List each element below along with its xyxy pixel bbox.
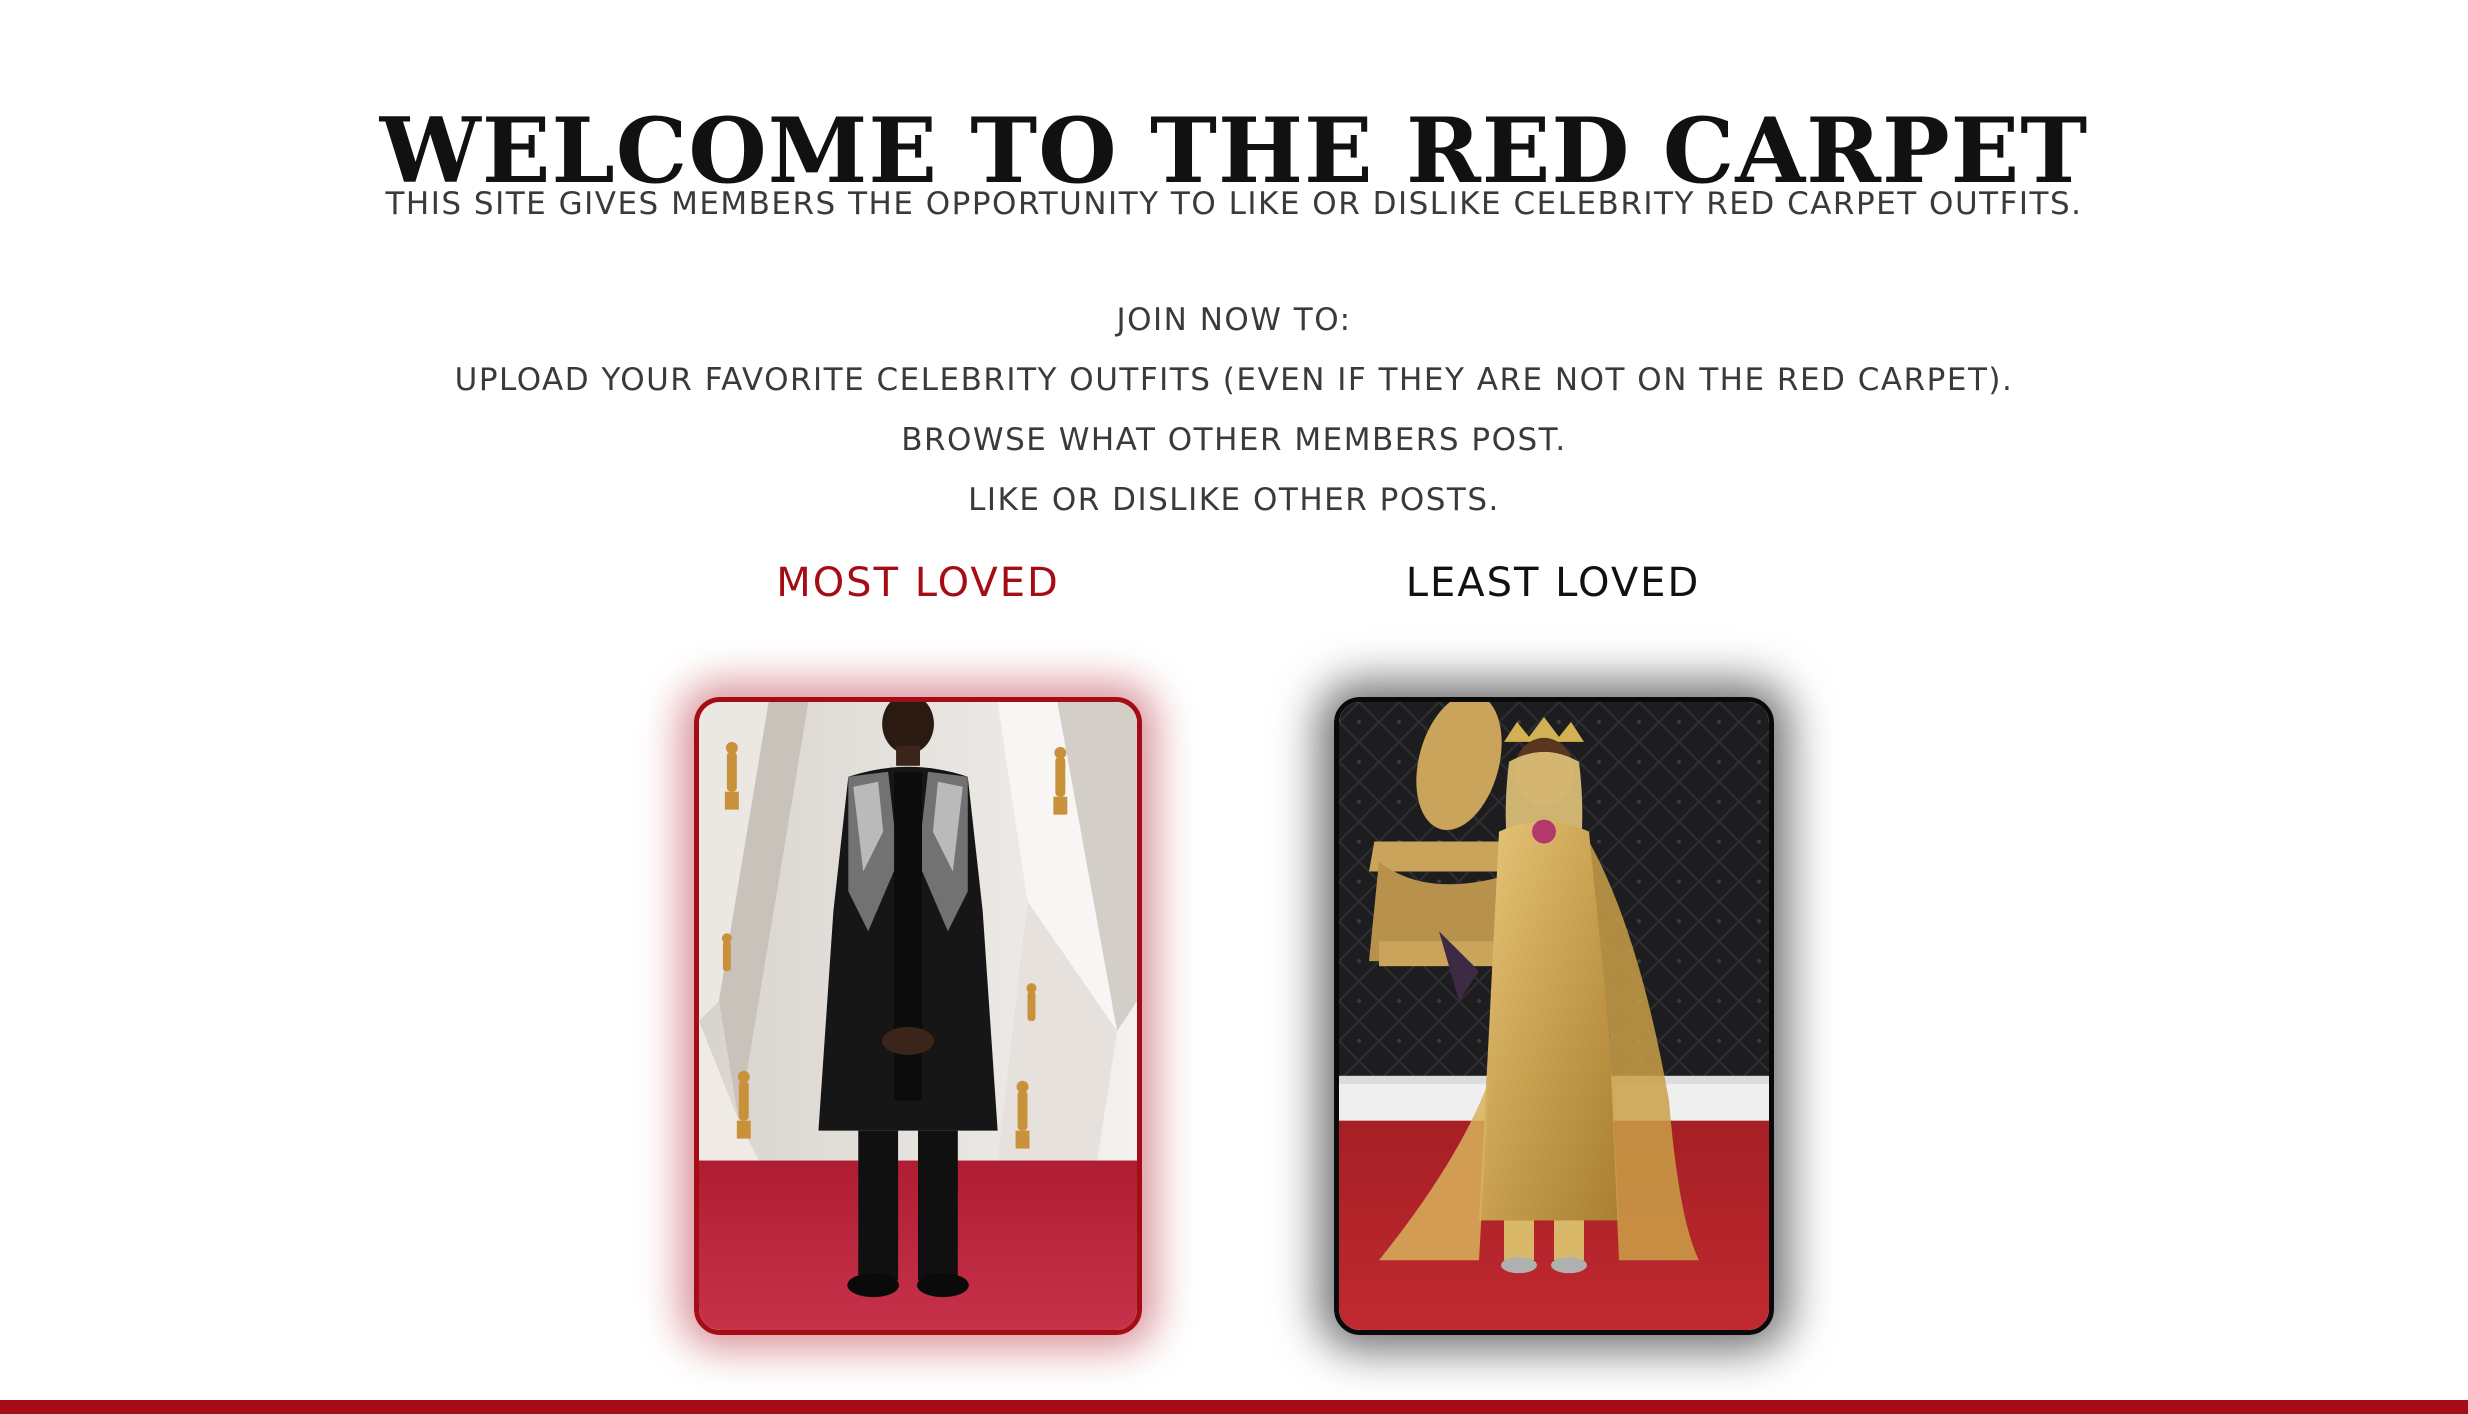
footer-bar <box>0 1400 2468 1414</box>
join-item-browse: BROWSE WHAT OTHER MEMBERS POST. <box>901 422 1567 458</box>
least-loved-photo-card[interactable] <box>1334 697 1774 1335</box>
least-loved-photo <box>1339 702 1769 1330</box>
most-loved-heading: MOST LOVED <box>776 560 1060 606</box>
join-item-upload: UPLOAD YOUR FAVORITE CELEBRITY OUTFITS (… <box>454 362 2014 398</box>
join-list: JOIN NOW TO: UPLOAD YOUR FAVORITE CELEBR… <box>0 290 2468 530</box>
most-loved-photo <box>699 702 1137 1330</box>
join-heading: JOIN NOW TO: <box>1116 302 1352 338</box>
join-item-like: LIKE OR DISLIKE OTHER POSTS. <box>968 482 1500 518</box>
intro-text: THIS SITE GIVES MEMBERS THE OPPORTUNITY … <box>385 186 2083 222</box>
most-loved-photo-card[interactable] <box>694 697 1142 1335</box>
least-loved-heading: LEAST LOVED <box>1405 560 1701 606</box>
